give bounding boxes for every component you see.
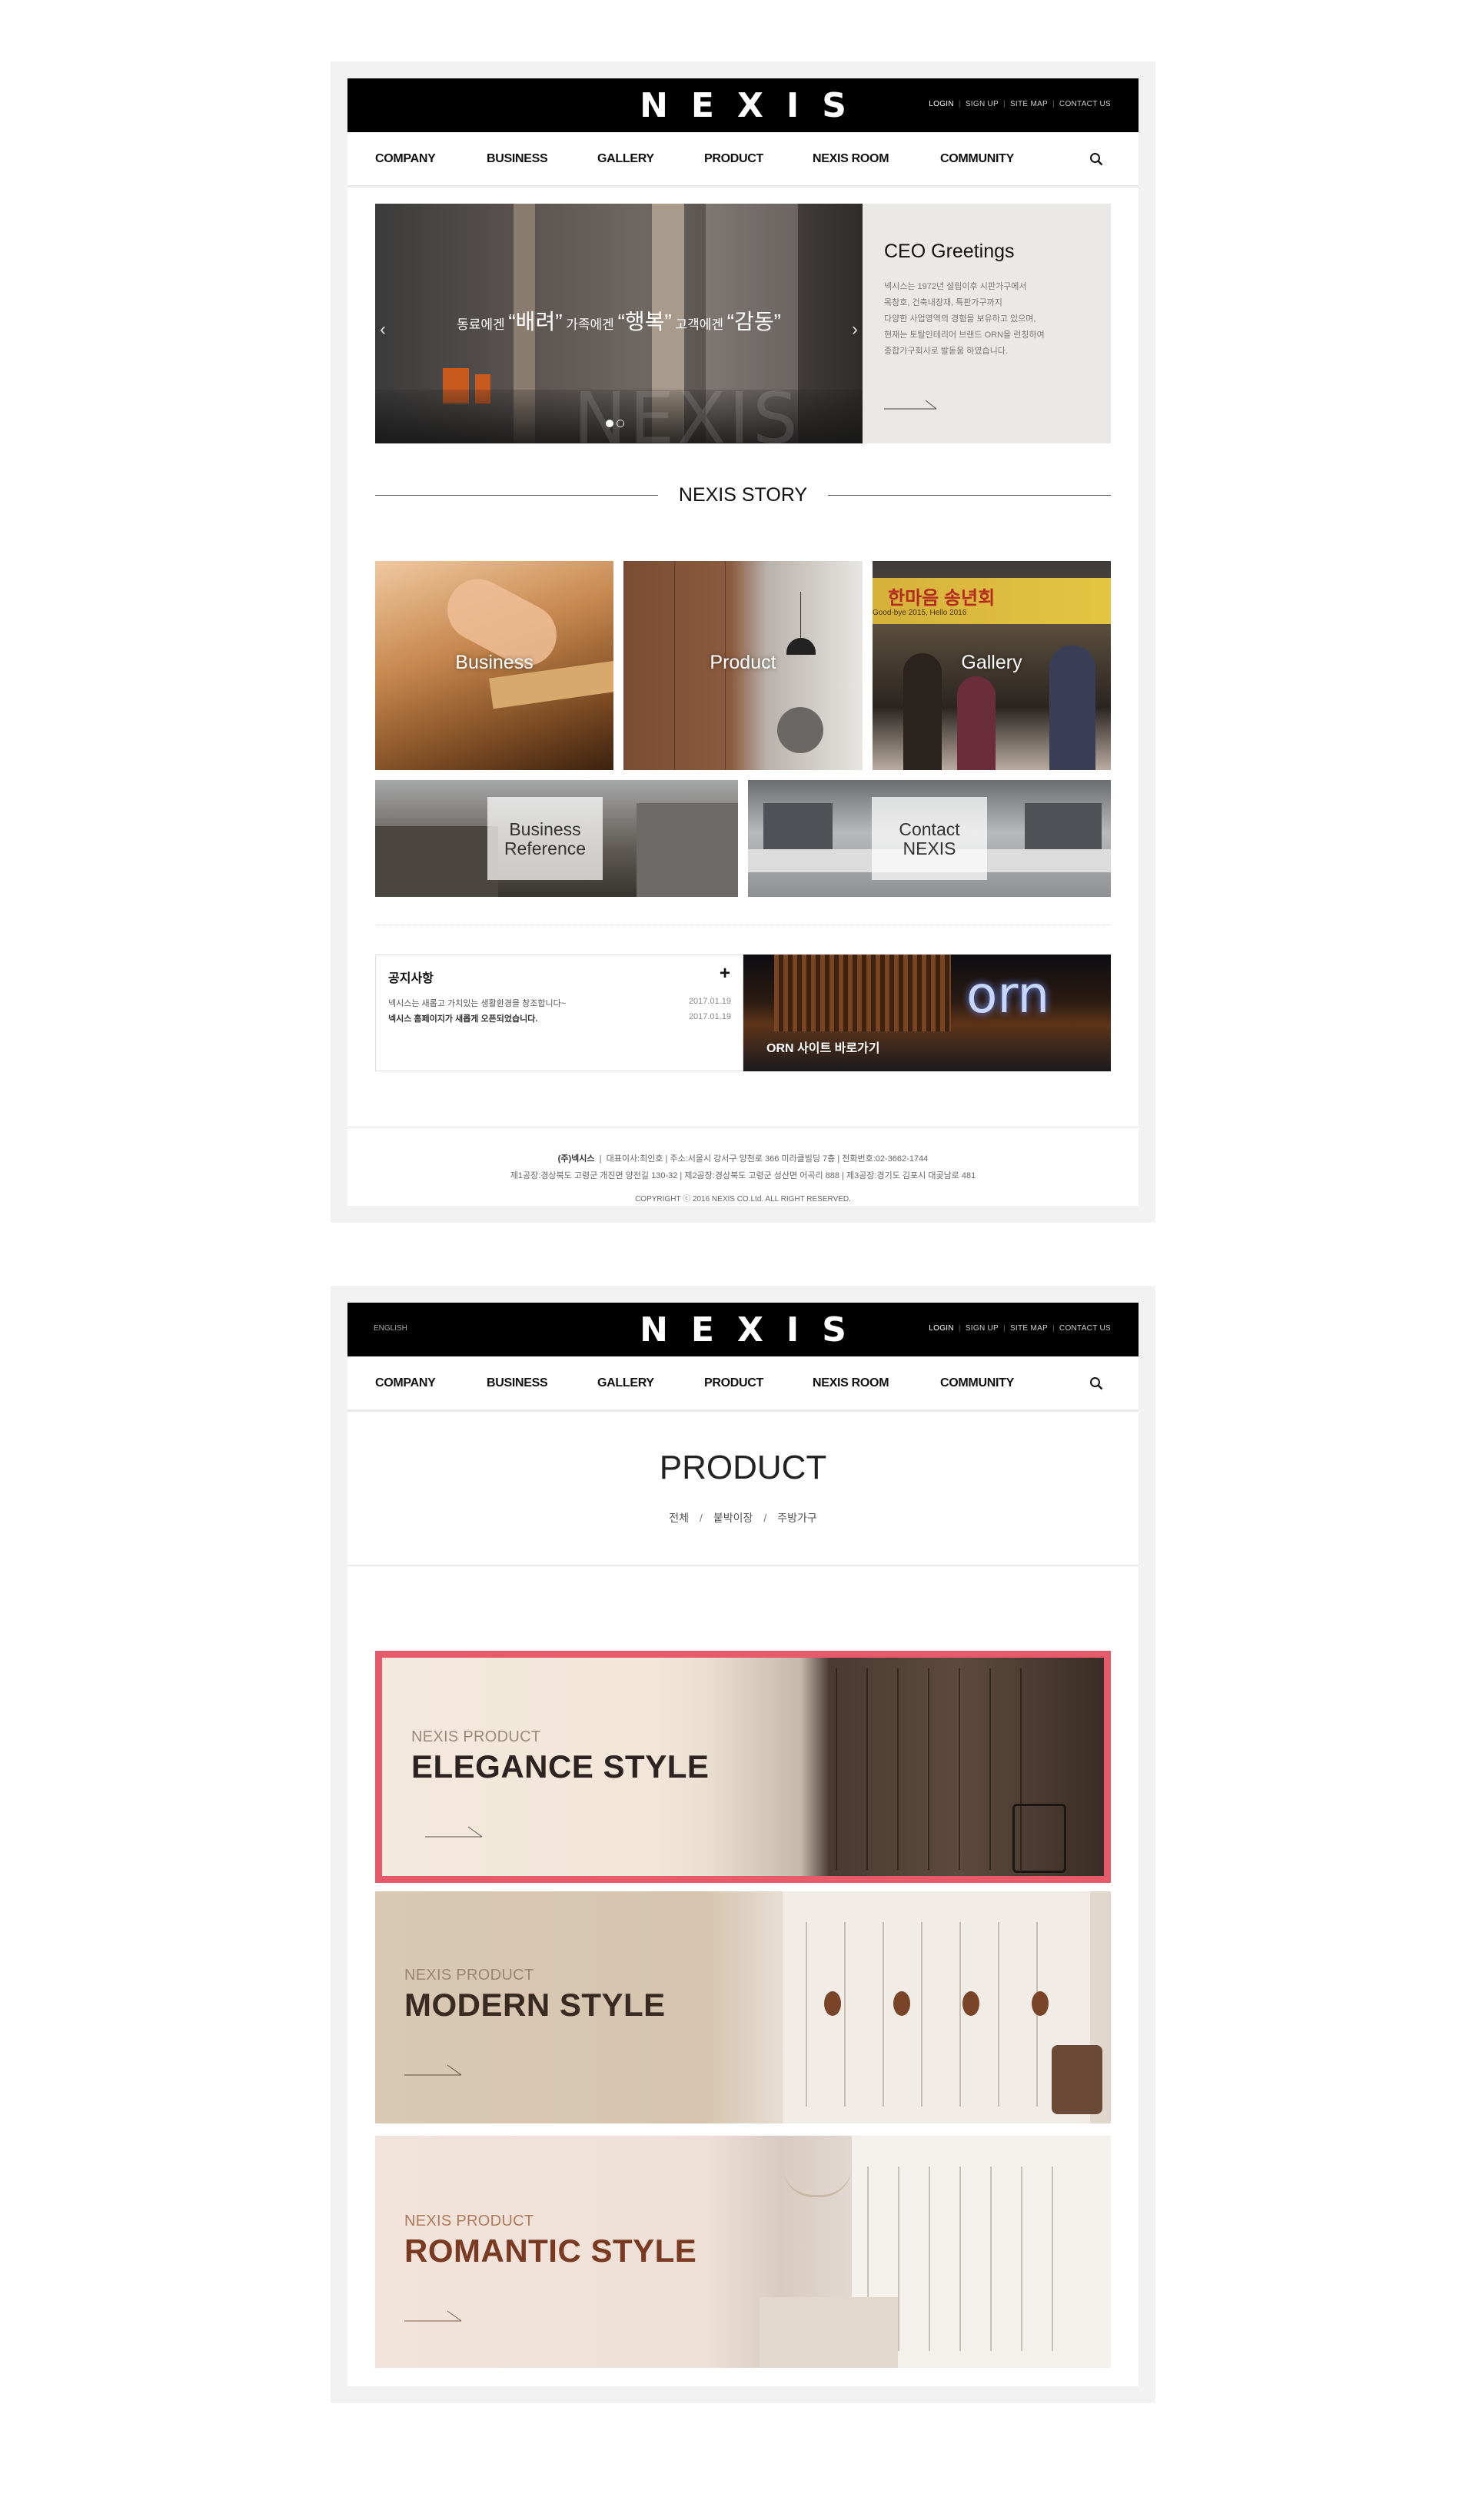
- nav-company[interactable]: COMPANY: [375, 1376, 436, 1390]
- arrow-right-icon[interactable]: [884, 399, 938, 410]
- slider-dots: [606, 417, 627, 431]
- ceo-greetings-panel: CEO Greetings 넥시스는 1972년 설립이후 시판가구에서 목창호…: [863, 204, 1111, 443]
- category-tabs: 전체 / 붙박이장 / 주방가구: [669, 1512, 817, 1524]
- page-title: PRODUCT: [659, 1449, 827, 1486]
- top-bar: ENGLISH NEXIS LOGIN | SIGN UP | SITE MAP | CON…: [347, 1303, 1139, 1356]
- orn-banner[interactable]: orn ORN 사이트 바로가기: [743, 955, 1111, 1071]
- login-link[interactable]: LOGIN: [929, 1324, 954, 1333]
- tile-product[interactable]: Product: [623, 561, 863, 770]
- slider-dot-1[interactable]: [606, 420, 613, 427]
- search-icon[interactable]: [1089, 1376, 1103, 1390]
- footer-copyright: COPYRIGHT ⓒ 2016 NEXIS CO.Ltd. ALL RIGHT…: [635, 1195, 851, 1204]
- footer-line-2: 제1공장:경상북도 고령군 개진면 양전길 130-32 | 제2공장:경상북도…: [510, 1171, 976, 1180]
- nav-gallery[interactable]: GALLERY: [597, 1376, 654, 1390]
- nav-company[interactable]: COMPANY: [375, 152, 436, 166]
- main-nav: COMPANY BUSINESS GALLERY PRODUCT NEXIS R…: [347, 132, 1139, 188]
- main-page-frame: NEXIS LOGIN | SIGN UP | SITE MAP | CONTACT US …: [331, 61, 1155, 1223]
- tab-all[interactable]: 전체: [669, 1512, 689, 1524]
- product-page: ENGLISH NEXIS LOGIN | SIGN UP | SITE MAP | CON…: [347, 1303, 1139, 2386]
- notice-title: 공지사항: [388, 972, 434, 985]
- sitemap-link[interactable]: SITE MAP: [1010, 100, 1048, 108]
- search-icon[interactable]: [1089, 152, 1103, 166]
- product-page-frame: ENGLISH NEXIS LOGIN | SIGN UP | SITE MAP | CON…: [331, 1286, 1155, 2403]
- slider-next-icon[interactable]: ›: [852, 319, 858, 340]
- ceo-text: 넥시스는 1972년 설립이후 시판가구에서 목창호, 건축내장재, 특판가구까…: [884, 282, 1045, 356]
- slider-prev-icon[interactable]: ‹: [380, 319, 386, 340]
- nav-community[interactable]: COMMUNITY: [940, 152, 1014, 166]
- orn-caption: ORN 사이트 바로가기: [766, 1042, 880, 1055]
- product-card-romantic[interactable]: NEXIS PRODUCT ROMANTIC STYLE: [375, 2136, 1111, 2368]
- tile-business[interactable]: Business: [375, 561, 613, 770]
- contact-us-link[interactable]: CONTACT US: [1059, 100, 1111, 108]
- product-card-modern[interactable]: NEXIS PRODUCT MODERN STYLE: [375, 1891, 1111, 2123]
- tile-business-reference[interactable]: Business Reference: [375, 780, 738, 897]
- story-title: NEXIS STORY: [678, 484, 808, 506]
- arrow-right-icon[interactable]: [425, 1824, 484, 1838]
- arrow-right-icon[interactable]: [404, 2308, 463, 2322]
- nav-nexis-room[interactable]: NEXIS ROOM: [813, 1376, 889, 1390]
- main-page: NEXIS LOGIN | SIGN UP | SITE MAP | CONTACT US …: [347, 78, 1139, 1206]
- tile-contact-nexis[interactable]: Contact NEXIS: [748, 780, 1111, 897]
- login-link[interactable]: LOGIN: [929, 100, 954, 108]
- sitemap-link[interactable]: SITE MAP: [1010, 1324, 1048, 1333]
- contact-us-link[interactable]: CONTACT US: [1059, 1324, 1111, 1333]
- plus-icon[interactable]: +: [720, 963, 730, 984]
- ceo-title: CEO Greetings: [884, 241, 1015, 262]
- orn-logo: orn: [966, 965, 1050, 1024]
- notice-board: 공지사항 + 넥시스는 새롭고 가치있는 생활환경을 창조합니다~ 2017.0…: [375, 955, 743, 1071]
- nav-business[interactable]: BUSINESS: [487, 1376, 548, 1390]
- slider-dot-2[interactable]: [617, 420, 624, 427]
- arrow-right-icon[interactable]: [404, 2062, 463, 2076]
- nav-community[interactable]: COMMUNITY: [940, 1376, 1014, 1390]
- footer-line-1: (주)넥시스 | 대표이사:최인호 | 주소:서울시 강서구 양천로 366 미…: [557, 1154, 929, 1164]
- tile-gallery[interactable]: 한마음 송년회 Good-bye 2015, Hello 2016 Galler…: [873, 561, 1111, 770]
- tab-built-in-closet[interactable]: 붙박이장: [713, 1512, 753, 1524]
- product-card-elegance[interactable]: NEXIS PRODUCT ELEGANCE STYLE: [375, 1651, 1111, 1883]
- utility-links: LOGIN | SIGN UP | SITE MAP | CONTACT US: [929, 1324, 1111, 1333]
- hero-slider[interactable]: NEXIS 동료에겐 “배려” 가족에겐 “행복” 고객에겐 “감동” ‹ ›: [375, 204, 863, 443]
- nav-gallery[interactable]: GALLERY: [597, 152, 654, 166]
- nav-nexis-room[interactable]: NEXIS ROOM: [813, 152, 889, 166]
- utility-links: LOGIN | SIGN UP | SITE MAP | CONTACT US: [929, 100, 1111, 108]
- nav-business[interactable]: BUSINESS: [487, 152, 548, 166]
- top-bar: NEXIS LOGIN | SIGN UP | SITE MAP | CONTACT US: [347, 78, 1139, 132]
- main-nav: COMPANY BUSINESS GALLERY PRODUCT NEXIS R…: [347, 1356, 1139, 1412]
- tab-kitchen[interactable]: 주방가구: [777, 1512, 817, 1524]
- nav-product[interactable]: PRODUCT: [704, 152, 763, 166]
- hero-watermark: NEXIS: [573, 377, 801, 443]
- signup-link[interactable]: SIGN UP: [966, 1324, 999, 1333]
- notice-row[interactable]: 넥시스 홈페이지가 새롭게 오픈되었습니다. 2017.01.19: [388, 1012, 731, 1024]
- hero-slogan: 동료에겐 “배려” 가족에겐 “행복” 고객에겐 “감동”: [457, 310, 781, 334]
- notice-row[interactable]: 넥시스는 새롭고 가치있는 생활환경을 창조합니다~ 2017.01.19: [388, 997, 731, 1009]
- signup-link[interactable]: SIGN UP: [966, 100, 999, 108]
- nav-product[interactable]: PRODUCT: [704, 1376, 763, 1390]
